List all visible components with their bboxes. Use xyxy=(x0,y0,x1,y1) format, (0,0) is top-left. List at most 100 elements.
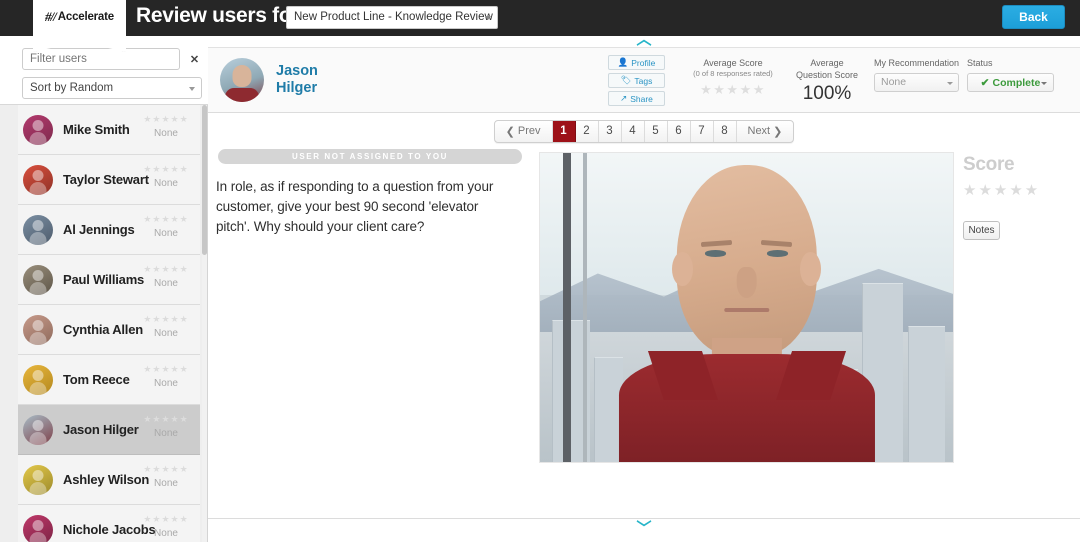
pagination-page-6[interactable]: 6 xyxy=(668,120,691,142)
tag-icon: 🏷 xyxy=(620,75,632,85)
list-item[interactable]: Mike Smith ★★★★★ None xyxy=(18,105,200,155)
avatar xyxy=(23,414,53,445)
status-label: Status xyxy=(967,58,993,68)
rating-stars[interactable]: ★★★★★ xyxy=(136,164,196,174)
rating-value: None xyxy=(154,128,178,139)
notes-button[interactable]: Notes xyxy=(963,221,1000,240)
pagination-page-5[interactable]: 5 xyxy=(645,120,668,142)
pagination-next-label: Next xyxy=(747,125,771,137)
pagination-page-7[interactable]: 7 xyxy=(691,120,714,142)
collapse-bar-bottom: ﹀ xyxy=(208,518,1080,542)
collapse-bar-top: ︿ xyxy=(208,32,1080,48)
user-rating: ★★★★★ None xyxy=(136,414,196,439)
rating-value: None xyxy=(154,478,178,489)
pagination-page-8[interactable]: 8 xyxy=(714,120,737,142)
profile-button[interactable]: 👤 Profile xyxy=(608,55,665,70)
avg-question-label-line2: Question Score xyxy=(795,70,859,80)
user-rating: ★★★★★ None xyxy=(136,164,196,189)
question-text: In role, as if responding to a question … xyxy=(216,179,494,234)
average-score-stars[interactable]: ★★★★★ xyxy=(678,82,788,98)
rating-stars[interactable]: ★★★★★ xyxy=(136,514,196,524)
chevron-down-icon xyxy=(1041,82,1047,85)
score-panel: Score ★★★★★ Notes xyxy=(963,154,1078,240)
avatar xyxy=(23,464,53,495)
list-item[interactable]: Paul Williams ★★★★★ None xyxy=(18,255,200,305)
pagination-prev[interactable]: ❮ Prev xyxy=(495,120,553,142)
video-thumbnail[interactable] xyxy=(539,152,954,463)
rating-value: None xyxy=(154,528,178,539)
pagination-page-4[interactable]: 4 xyxy=(622,120,645,142)
close-icon[interactable]: ✕ xyxy=(185,49,204,69)
chevron-down-icon xyxy=(189,87,195,91)
list-item[interactable]: Nichole Jacobs ★★★★★ None xyxy=(18,505,200,542)
tags-button[interactable]: 🏷 Tags xyxy=(608,73,665,88)
score-summary: Average Score (0 of 8 responses rated) ★… xyxy=(678,57,1056,106)
rating-value: None xyxy=(154,378,178,389)
user-detail-header: Jason Hilger 👤 Profile 🏷 Tags ↗ Share Av… xyxy=(208,48,1080,113)
list-item[interactable]: Taylor Stewart ★★★★★ None xyxy=(18,155,200,205)
user-first-name: Jason xyxy=(276,63,318,79)
user-rating: ★★★★★ None xyxy=(136,464,196,489)
person-icon: 👤 xyxy=(617,57,629,67)
chevron-down-icon[interactable]: ﹀ xyxy=(636,521,651,536)
list-item[interactable]: Ashley Wilson ★★★★★ None xyxy=(18,455,200,505)
score-stars[interactable]: ★★★★★ xyxy=(963,181,1078,199)
pagination-page-1[interactable]: 1 xyxy=(552,120,576,142)
list-item[interactable]: Cynthia Allen ★★★★★ None xyxy=(18,305,200,355)
assignment-badge: USER NOT ASSIGNED TO YOU xyxy=(218,149,522,164)
user-rating: ★★★★★ None xyxy=(136,314,196,339)
average-score-sublabel: (0 of 8 responses rated) xyxy=(693,69,773,78)
back-button[interactable]: Back xyxy=(1002,5,1065,29)
chevron-down-icon xyxy=(947,82,953,85)
list-item[interactable]: Jason Hilger ★★★★★ None xyxy=(18,405,200,455)
list-item-label: Paul Williams xyxy=(63,272,145,287)
rating-stars[interactable]: ★★★★★ xyxy=(136,364,196,374)
pagination-next[interactable]: Next ❯ xyxy=(737,121,794,142)
search-input[interactable] xyxy=(22,48,180,70)
list-item-label: Al Jennings xyxy=(63,222,135,237)
pagination[interactable]: ❮ Prev 1 2 3 4 5 6 7 8 Next ❯ xyxy=(493,119,795,143)
list-item[interactable]: Tom Reece ★★★★★ None xyxy=(18,355,200,405)
share-icon: ↗ xyxy=(620,93,628,103)
rating-stars[interactable]: ★★★★★ xyxy=(136,214,196,224)
user-sidebar: ✕ Sort by Random Mike Smith★★★★★NoneTayl… xyxy=(0,36,208,542)
rating-stars[interactable]: ★★★★★ xyxy=(136,464,196,474)
rating-value: None xyxy=(154,428,178,439)
scrollbar-thumb[interactable] xyxy=(202,105,207,255)
top-header-bar: Review users for New Product Line - Know… xyxy=(0,0,1080,36)
list-item-label: Tom Reece xyxy=(63,372,130,387)
sort-select[interactable]: Sort by Random xyxy=(22,77,202,99)
share-button-label: Share xyxy=(630,93,653,104)
rating-stars[interactable]: ★★★★★ xyxy=(136,314,196,324)
course-select[interactable]: New Product Line - Knowledge Review xyxy=(286,6,498,29)
pagination-row: ❮ Prev 1 2 3 4 5 6 7 8 Next ❯ xyxy=(208,113,1080,149)
user-rating: ★★★★★ None xyxy=(136,364,196,389)
avatar xyxy=(23,164,53,195)
rating-value: None xyxy=(154,228,178,239)
average-score-label: Average Score xyxy=(703,58,763,68)
pagination-page-3[interactable]: 3 xyxy=(599,120,622,142)
status-badge[interactable]: ✔ Complete xyxy=(967,73,1054,92)
avatar xyxy=(23,214,53,245)
avatar xyxy=(23,264,53,295)
recommendation-value: None xyxy=(881,76,907,88)
recommendation-select[interactable]: None xyxy=(874,73,959,92)
rating-stars[interactable]: ★★★★★ xyxy=(136,114,196,124)
chevron-left-icon: ❮ xyxy=(505,125,515,138)
chevron-right-icon: ❯ xyxy=(773,125,783,138)
course-select-value: New Product Line - Knowledge Review xyxy=(294,11,493,23)
user-list[interactable]: Mike Smith ★★★★★ None Taylor Stewart ★★★★★ No… xyxy=(0,105,208,542)
pagination-page-2[interactable]: 2 xyxy=(576,120,599,142)
sidebar-scrollbar[interactable] xyxy=(202,105,207,542)
score-panel-title: Score xyxy=(963,154,1015,175)
status-block: Status ✔ Complete xyxy=(961,57,1056,92)
page-title: Review users for xyxy=(136,4,300,27)
share-button[interactable]: ↗ Share xyxy=(608,91,665,106)
rating-stars[interactable]: ★★★★★ xyxy=(136,264,196,274)
rating-value: None xyxy=(154,178,178,189)
avatar xyxy=(220,58,264,102)
list-item-label: Jason Hilger xyxy=(63,422,139,437)
list-item[interactable]: Al Jennings ★★★★★ None xyxy=(18,205,200,255)
list-item-label: Mike Smith xyxy=(63,122,130,137)
rating-stars[interactable]: ★★★★★ xyxy=(136,414,196,424)
